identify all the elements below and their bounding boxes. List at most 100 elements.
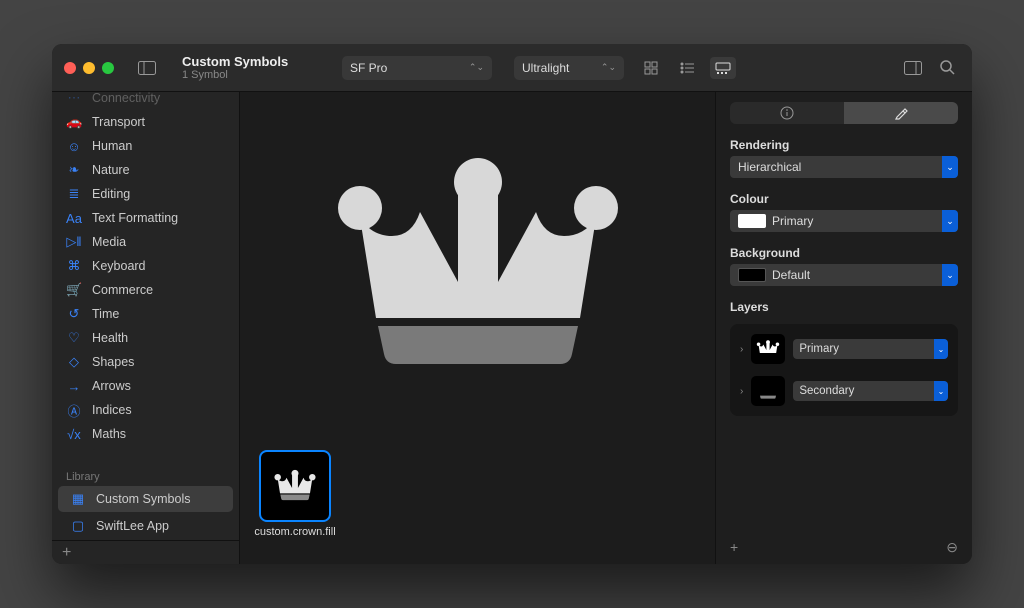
font-select[interactable]: SF Pro ⌃⌄ <box>342 56 492 80</box>
info-tab[interactable] <box>730 102 844 124</box>
layer-row: › Secondary ⌄ <box>740 376 948 406</box>
category-label: Connectivity <box>92 92 160 105</box>
category-label: Transport <box>92 115 145 129</box>
library-icon: ▦ <box>70 491 86 507</box>
fullscreen-window-button[interactable] <box>102 62 114 74</box>
add-library-button[interactable]: + <box>62 544 71 562</box>
window-title: Custom Symbols <box>182 54 322 69</box>
category-icon: ◇ <box>66 354 82 370</box>
category-label: Keyboard <box>92 259 146 273</box>
category-icon: ☺ <box>66 139 82 154</box>
layers-label: Layers <box>730 300 958 314</box>
colour-swatch <box>738 214 766 228</box>
sidebar-footer: + <box>52 540 239 564</box>
layer-select[interactable]: Primary⌄ <box>793 339 948 359</box>
window-subtitle: 1 Symbol <box>182 69 322 81</box>
background-select[interactable]: Default ⌄ <box>730 264 958 286</box>
category-item[interactable]: ⌘Keyboard <box>52 254 239 278</box>
category-label: Maths <box>92 427 126 441</box>
category-icon: 🚗 <box>66 114 82 130</box>
app-window: Custom Symbols 1 Symbol SF Pro ⌃⌄ Ultral… <box>52 44 972 564</box>
background-label: Background <box>730 246 958 260</box>
chevron-updown-icon: ⌃⌄ <box>591 62 616 73</box>
appearance-tab[interactable] <box>844 102 958 124</box>
font-select-value: SF Pro <box>350 61 387 75</box>
colour-label: Colour <box>730 192 958 206</box>
disclosure-chevron-icon[interactable]: › <box>740 344 743 355</box>
category-icon: √x <box>66 427 82 442</box>
category-item[interactable]: →Arrows <box>52 374 239 398</box>
category-icon: ♡ <box>66 330 82 346</box>
category-item[interactable]: ♡ Health <box>52 326 239 350</box>
category-label: Human <box>92 139 132 153</box>
title-block: Custom Symbols 1 Symbol <box>182 54 322 81</box>
category-icon: Aa <box>66 211 82 226</box>
category-item[interactable]: ⒶIndices <box>52 398 239 422</box>
layer-select[interactable]: Secondary ⌄ <box>793 381 948 401</box>
category-item[interactable]: ❧Nature <box>52 158 239 182</box>
rendering-select[interactable]: Hierarchical ⌄ <box>730 156 958 178</box>
library-icon: ▢ <box>70 518 86 534</box>
sidebar: ⋯ Connectivity 🚗 Transport ☺ Human ❧Nature ≣ Edi… <box>52 92 240 564</box>
layer-value: Secondary <box>799 385 854 397</box>
category-item[interactable]: AaText Formatting <box>52 206 239 230</box>
category-item[interactable]: 🛒Commerce <box>52 278 239 302</box>
titlebar: Custom Symbols 1 Symbol SF Pro ⌃⌄ Ultral… <box>52 44 972 92</box>
library-list: ▦ Custom Symbols ▢ SwiftLee App <box>52 485 239 540</box>
minimize-window-button[interactable] <box>83 62 95 74</box>
layer-row: › Primary⌄ <box>740 334 948 364</box>
disclosure-chevron-icon[interactable]: › <box>740 386 743 397</box>
search-button[interactable] <box>934 57 960 79</box>
layer-options-button[interactable]: ⊖ <box>946 539 958 556</box>
chevron-updown-icon: ⌄ <box>942 156 958 178</box>
category-item[interactable]: ⋯ Connectivity <box>52 92 239 110</box>
library-label: SwiftLee App <box>96 519 169 533</box>
weight-select-value: Ultralight <box>522 61 569 75</box>
crown-icon <box>328 138 628 398</box>
library-item[interactable]: ▦ Custom Symbols <box>58 486 233 512</box>
chevron-updown-icon: ⌄ <box>934 381 948 401</box>
toggle-sidebar-button[interactable] <box>134 57 160 79</box>
category-item[interactable]: ◇ Shapes <box>52 350 239 374</box>
gallery-view-button[interactable] <box>710 57 736 79</box>
category-label: Media <box>92 235 126 249</box>
library-label: Custom Symbols <box>96 492 190 506</box>
layers-box: › Primary⌄› Secondary⌄ <box>730 324 958 416</box>
grid-view-button[interactable] <box>638 57 664 79</box>
chevron-updown-icon: ⌄ <box>934 339 948 359</box>
colour-select[interactable]: Primary ⌄ <box>730 210 958 232</box>
category-item[interactable]: 🚗 Transport <box>52 110 239 134</box>
symbol-gallery: custom.crown.fill <box>240 444 715 564</box>
layer-thumb <box>751 334 785 364</box>
gallery-thumb[interactable]: custom.crown.fill <box>252 450 338 539</box>
category-label: Shapes <box>92 355 134 369</box>
background-swatch <box>738 268 766 282</box>
add-layer-button[interactable]: + <box>730 539 738 556</box>
chevron-updown-icon: ⌄ <box>942 210 958 232</box>
category-item[interactable]: ≣ Editing <box>52 182 239 206</box>
category-label: Editing <box>92 187 130 201</box>
symbol-preview <box>240 92 715 444</box>
category-label: Indices <box>92 403 132 417</box>
main-area: custom.crown.fill <box>240 92 716 564</box>
background-value: Default <box>772 268 810 282</box>
close-window-button[interactable] <box>64 62 76 74</box>
list-view-button[interactable] <box>674 57 700 79</box>
category-item[interactable]: √x Maths <box>52 422 239 446</box>
category-label: Health <box>92 331 128 345</box>
category-item[interactable]: ↺Time <box>52 302 239 326</box>
library-item[interactable]: ▢ SwiftLee App <box>58 513 233 539</box>
inspector-panel: Rendering Hierarchical ⌄ Colour Primary … <box>716 92 972 564</box>
category-icon: ▷‖ <box>66 234 82 250</box>
chevron-updown-icon: ⌄ <box>942 264 958 286</box>
thumb-box <box>259 450 331 522</box>
category-icon: ≣ <box>66 186 82 202</box>
category-item[interactable]: ▷‖ Media <box>52 230 239 254</box>
category-label: Nature <box>92 163 130 177</box>
weight-select[interactable]: Ultralight ⌃⌄ <box>514 56 624 80</box>
toggle-inspector-button[interactable] <box>900 57 926 79</box>
category-label: Arrows <box>92 379 131 393</box>
category-icon: ⋯ <box>66 92 82 106</box>
category-item[interactable]: ☺ Human <box>52 134 239 158</box>
inspector-tabs <box>730 102 958 124</box>
